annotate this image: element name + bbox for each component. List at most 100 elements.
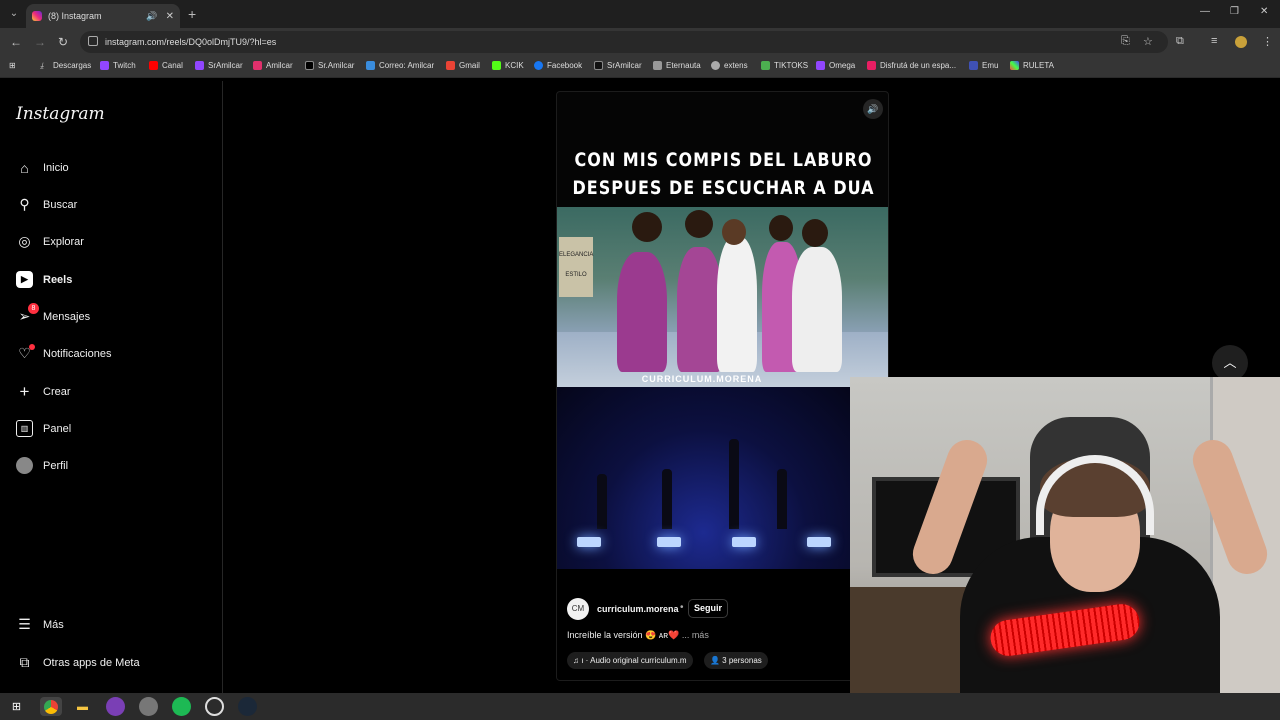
- stage-light: [577, 537, 601, 547]
- obs-icon[interactable]: [205, 697, 224, 716]
- bookmark-item[interactable]: Correo: Amilcar: [366, 61, 434, 70]
- nav-label: Crear: [43, 385, 71, 398]
- nav-label: Otras apps de Meta: [43, 656, 140, 669]
- nav-inicio[interactable]: ⌂ Inicio: [16, 159, 68, 176]
- follow-button[interactable]: Seguir: [688, 599, 729, 618]
- restore-icon[interactable]: ❐: [1230, 6, 1239, 17]
- nav-notificaciones[interactable]: ♡ Notificaciones: [16, 344, 112, 362]
- messages-badge: 8: [28, 303, 39, 314]
- sign-text: ELEGANCIA: [559, 252, 594, 258]
- reload-icon[interactable]: ↻: [58, 35, 68, 49]
- new-tab-button[interactable]: +: [188, 6, 196, 22]
- singer: [729, 439, 739, 529]
- bookmark-item[interactable]: Sr.Amilcar: [305, 61, 354, 70]
- bookmark-item[interactable]: Emu: [969, 61, 998, 70]
- bookmark-item[interactable]: extens: [711, 61, 748, 70]
- minimize-icon[interactable]: —: [1200, 6, 1210, 17]
- bookmark-item[interactable]: SrAmilcar: [594, 61, 642, 70]
- author-username[interactable]: curriculum.morena: [597, 604, 679, 614]
- overlay-line: CON MIS COMPIS DEL LABURO: [574, 148, 873, 171]
- more-link[interactable]: ... más: [682, 630, 709, 640]
- musician: [662, 469, 672, 529]
- people-chip[interactable]: 👤 3 personas: [704, 652, 768, 669]
- bookmark-star-icon[interactable]: ☆: [1143, 35, 1153, 48]
- bookmark-item[interactable]: Omega: [816, 61, 855, 70]
- reels-icon: ▶: [16, 271, 33, 288]
- start-icon[interactable]: ⊞: [7, 697, 26, 716]
- extensions-icon[interactable]: ⧉: [1176, 35, 1184, 48]
- tab-search-icon[interactable]: ⌄: [6, 6, 22, 22]
- apps-grid-icon[interactable]: ⊞: [9, 61, 16, 70]
- reel-info-panel: CM curriculum.morena • Seguir Increíble …: [557, 569, 850, 680]
- dancer-head: [632, 212, 662, 242]
- bookmark-item[interactable]: RULETA: [1010, 61, 1054, 70]
- nav-buscar[interactable]: ⚲ Buscar: [16, 196, 77, 213]
- nav-label: Notificaciones: [43, 347, 112, 360]
- site-info-icon[interactable]: [88, 36, 98, 46]
- musician: [777, 469, 787, 529]
- file-explorer-icon[interactable]: ▬: [73, 697, 92, 716]
- steam-icon[interactable]: [238, 697, 257, 716]
- tab-title: (8) Instagram: [48, 11, 102, 21]
- compass-icon: ◎: [18, 233, 31, 249]
- back-icon[interactable]: ←: [10, 35, 22, 49]
- nav-label: Explorar: [43, 235, 84, 248]
- heart-icon: ♡: [16, 344, 35, 362]
- profile-avatar-icon[interactable]: [1235, 36, 1247, 48]
- forward-icon[interactable]: →: [34, 35, 46, 49]
- reel-player[interactable]: 🔊 CON MIS COMPIS DEL LABURO DESPUES DE E…: [556, 91, 889, 681]
- app-icon[interactable]: [139, 697, 158, 716]
- messages-icon: ➢ 8: [16, 303, 39, 325]
- reel-description: Increíble la versión 😍 ᴀʀ❤️ ... más: [567, 630, 709, 641]
- musician: [597, 474, 607, 529]
- nav-mensajes[interactable]: ➢ 8 Mensajes: [16, 303, 91, 325]
- browser-toolbar: ← → ↻ instagram.com/reels/DQ0olDmjTU9/?h…: [0, 28, 1280, 56]
- nav-label: Reels: [43, 273, 73, 286]
- home-icon: ⌂: [20, 159, 29, 176]
- nav-label: Mensajes: [43, 310, 91, 323]
- close-window-icon[interactable]: ✕: [1260, 6, 1268, 17]
- bookmark-item[interactable]: Canal: [149, 61, 183, 70]
- chrome-icon[interactable]: [40, 697, 62, 716]
- bookmark-item[interactable]: Amilcar: [253, 61, 293, 70]
- nav-explorar[interactable]: ◎ Explorar: [16, 233, 84, 250]
- address-bar[interactable]: instagram.com/reels/DQ0olDmjTU9/?hl=es: [80, 31, 1168, 53]
- nav-mas[interactable]: ☰ Más: [16, 616, 64, 633]
- instagram-favicon-icon: [32, 11, 42, 21]
- nav-label: Más: [43, 618, 64, 631]
- bookmark-item[interactable]: Facebook: [534, 61, 582, 70]
- instagram-sidebar: Instagram ⌂ Inicio ⚲ Buscar ◎ Explorar ▶…: [0, 81, 223, 693]
- chart-icon: ▥: [16, 420, 33, 437]
- reel-video-bottom: [557, 387, 850, 569]
- bookmark-item[interactable]: SrAmilcar: [195, 61, 243, 70]
- dancer-head: [802, 219, 828, 247]
- volume-icon[interactable]: 🔊: [863, 99, 883, 119]
- reel-video-top: ELEGANCIA ESTILO: [557, 207, 888, 387]
- nav-meta-apps[interactable]: ⧉ Otras apps de Meta: [16, 654, 140, 671]
- install-icon[interactable]: ⎘: [1121, 35, 1130, 48]
- nav-perfil[interactable]: Perfil: [16, 457, 68, 474]
- author-avatar[interactable]: CM: [567, 598, 589, 620]
- previous-reel-chevron-up-icon[interactable]: ︿: [1212, 345, 1248, 381]
- nav-panel[interactable]: ▥ Panel: [16, 420, 71, 437]
- dancer-head: [685, 210, 713, 238]
- menu-dots-icon[interactable]: ⋮: [1262, 35, 1273, 48]
- app-icon[interactable]: [106, 697, 125, 716]
- bookmark-item[interactable]: KCIK: [492, 61, 524, 70]
- browser-tab-instagram[interactable]: (8) Instagram 🔊 ✕: [26, 4, 180, 28]
- bookmark-item[interactable]: TIKTOKS: [761, 61, 808, 70]
- bookmark-item[interactable]: Eternauta: [653, 61, 701, 70]
- instagram-logo[interactable]: Instagram: [16, 104, 105, 124]
- bookmark-item[interactable]: Twitch: [100, 61, 136, 70]
- close-tab-icon[interactable]: ✕: [166, 11, 174, 22]
- stage-light: [732, 537, 756, 547]
- bookmark-item[interactable]: Gmail: [446, 61, 480, 70]
- audio-playing-icon[interactable]: 🔊: [146, 11, 157, 22]
- nav-reels[interactable]: ▶ Reels: [16, 271, 72, 288]
- bookmark-item[interactable]: Disfrutá de un espa...: [867, 61, 956, 70]
- spotify-icon[interactable]: [172, 697, 191, 716]
- media-control-icon[interactable]: ≡: [1211, 35, 1217, 47]
- nav-crear[interactable]: + Crear: [16, 382, 71, 401]
- bookmark-item[interactable]: ⤓ Descargas: [40, 61, 91, 70]
- audio-chip[interactable]: ♫ ı · Audio original curriculum.m: [567, 652, 693, 669]
